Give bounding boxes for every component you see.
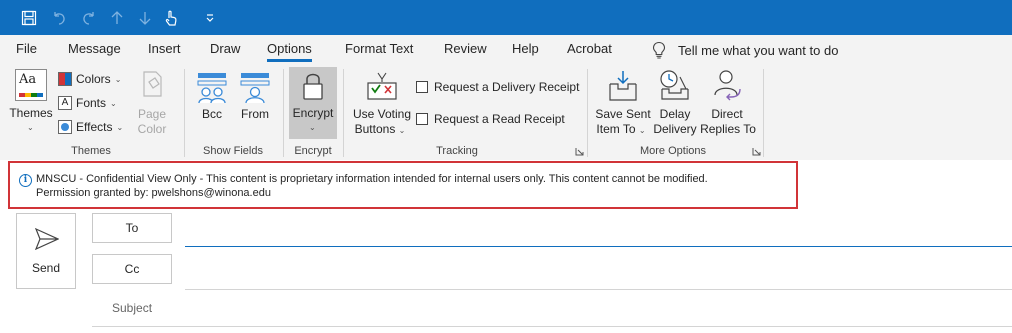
tab-review[interactable]: Review xyxy=(444,35,487,65)
effects-icon xyxy=(58,120,72,134)
use-voting-label-line2: Buttons ⌄ xyxy=(354,122,406,136)
subject-label: Subject xyxy=(112,301,153,315)
undo-icon[interactable] xyxy=(46,0,72,35)
themes-icon: Aa xyxy=(15,69,47,101)
colors-label: Colors xyxy=(76,72,111,86)
group-divider xyxy=(283,69,284,157)
customize-icon[interactable] xyxy=(198,0,222,35)
fonts-label: Fonts xyxy=(76,96,107,110)
down-icon[interactable] xyxy=(132,0,158,35)
read-receipt-label: Request a Read Receipt xyxy=(434,112,565,126)
touch-mode-icon[interactable] xyxy=(158,0,184,35)
group-divider xyxy=(587,69,588,157)
use-voting-buttons-button[interactable]: Use Voting Buttons ⌄ xyxy=(350,67,414,139)
tab-insert[interactable]: Insert xyxy=(148,35,181,65)
encrypt-button[interactable]: Encrypt ⌄ xyxy=(289,67,337,139)
checkbox-box xyxy=(416,81,428,93)
tracking-group-label: Tracking xyxy=(436,145,478,157)
tell-me-label: Tell me what you want to do xyxy=(678,42,839,58)
ribbon: Aa Themes ⌄ Colors ⌄ A Fonts ⌄ Effects ⌄… xyxy=(0,65,1012,160)
save-sent-label-line1: Save Sent xyxy=(595,107,651,121)
delay-delivery-button[interactable]: Delay Delivery xyxy=(652,67,698,139)
to-button[interactable]: To xyxy=(92,213,172,243)
send-label: Send xyxy=(31,261,61,275)
delivery-receipt-checkbox[interactable]: Request a Delivery Receipt xyxy=(416,77,579,97)
chevron-down-icon: ⌄ xyxy=(114,74,122,84)
permission-infobar: i MNSCU - Confidential View Only - This … xyxy=(8,161,798,209)
encrypt-label: Encrypt xyxy=(292,106,334,120)
up-icon[interactable] xyxy=(104,0,130,35)
lightbulb-icon xyxy=(652,41,666,59)
delay-label-line1: Delay xyxy=(659,107,691,121)
use-voting-label-line1: Use Voting xyxy=(352,107,412,121)
from-label: From xyxy=(241,107,269,121)
bcc-label: Bcc xyxy=(201,107,222,121)
direct-label-line2: Replies To xyxy=(700,122,756,136)
tab-help[interactable]: Help xyxy=(512,35,539,65)
direct-replies-button[interactable]: Direct Replies To xyxy=(699,67,757,139)
send-button[interactable]: Send xyxy=(16,213,76,289)
themes-label: Themes xyxy=(9,106,53,120)
save-sent-icon xyxy=(609,71,637,101)
chevron-down-icon: ⌄ xyxy=(309,123,316,132)
page-color-button[interactable]: Page Color xyxy=(128,67,176,139)
tab-format-text[interactable]: Format Text xyxy=(345,35,413,65)
delivery-receipt-label: Request a Delivery Receipt xyxy=(434,80,580,94)
colors-button[interactable]: Colors ⌄ xyxy=(58,69,121,89)
save-sent-item-button[interactable]: Save Sent Item To ⌄ xyxy=(592,67,654,139)
tab-message[interactable]: Message xyxy=(68,35,121,65)
group-divider xyxy=(763,69,764,157)
voting-icon xyxy=(367,72,397,100)
dialog-launcher-icon[interactable] xyxy=(575,147,584,156)
direct-replies-icon xyxy=(714,70,741,101)
chevron-down-icon: ⌄ xyxy=(110,98,117,108)
lock-icon xyxy=(303,73,323,100)
cc-field[interactable] xyxy=(185,289,1012,290)
ribbon-tabs: File Message Insert Draw Options Format … xyxy=(0,35,1012,65)
save-sent-label-line2: Item To ⌄ xyxy=(596,122,646,136)
save-icon[interactable] xyxy=(16,0,42,35)
delay-delivery-icon xyxy=(660,70,689,100)
tab-acrobat[interactable]: Acrobat xyxy=(567,35,612,65)
send-icon xyxy=(35,228,59,250)
effects-button[interactable]: Effects ⌄ xyxy=(58,117,123,137)
chevron-down-icon: ⌄ xyxy=(116,122,124,132)
page-color-label-line1: Page xyxy=(137,107,167,121)
checkbox-box xyxy=(416,113,428,125)
page-color-label-line2: Color xyxy=(137,122,167,136)
fonts-button[interactable]: A Fonts ⌄ xyxy=(58,93,117,113)
info-icon: i xyxy=(19,174,32,187)
chevron-down-icon: ⌄ xyxy=(27,123,34,132)
to-field[interactable] xyxy=(185,246,1012,247)
dialog-launcher-icon[interactable] xyxy=(752,147,761,156)
more-options-group-label: More Options xyxy=(639,145,707,157)
bcc-icon xyxy=(197,73,227,104)
subject-field[interactable] xyxy=(92,326,1012,327)
fonts-icon: A xyxy=(58,96,72,110)
from-button[interactable]: From xyxy=(236,67,274,139)
from-icon xyxy=(240,73,270,104)
encrypt-group-label: Encrypt xyxy=(294,145,332,157)
bcc-button[interactable]: Bcc xyxy=(192,67,232,139)
tab-draw[interactable]: Draw xyxy=(210,35,240,65)
group-divider xyxy=(343,69,344,157)
delay-label-line2: Delivery xyxy=(653,122,697,136)
read-receipt-checkbox[interactable]: Request a Read Receipt xyxy=(416,109,565,129)
redo-icon[interactable] xyxy=(76,0,102,35)
cc-button[interactable]: Cc xyxy=(92,254,172,284)
infobar-permission: Permission granted by: pwelshons@winona.… xyxy=(36,187,271,199)
tell-me-search[interactable]: Tell me what you want to do xyxy=(652,35,838,65)
colors-icon xyxy=(58,72,72,86)
infobar-message: MNSCU - Confidential View Only - This co… xyxy=(36,173,708,185)
themes-button[interactable]: Aa Themes ⌄ xyxy=(6,67,56,139)
show-fields-group-label: Show Fields xyxy=(203,145,263,157)
tab-options[interactable]: Options xyxy=(267,35,312,65)
group-divider xyxy=(184,69,185,157)
direct-label-line1: Direct xyxy=(711,107,743,121)
title-bar xyxy=(0,0,1012,35)
tab-file[interactable]: File xyxy=(16,35,37,65)
themes-group-label: Themes xyxy=(71,145,111,157)
effects-label: Effects xyxy=(76,120,113,134)
paint-bucket-icon xyxy=(143,71,162,97)
